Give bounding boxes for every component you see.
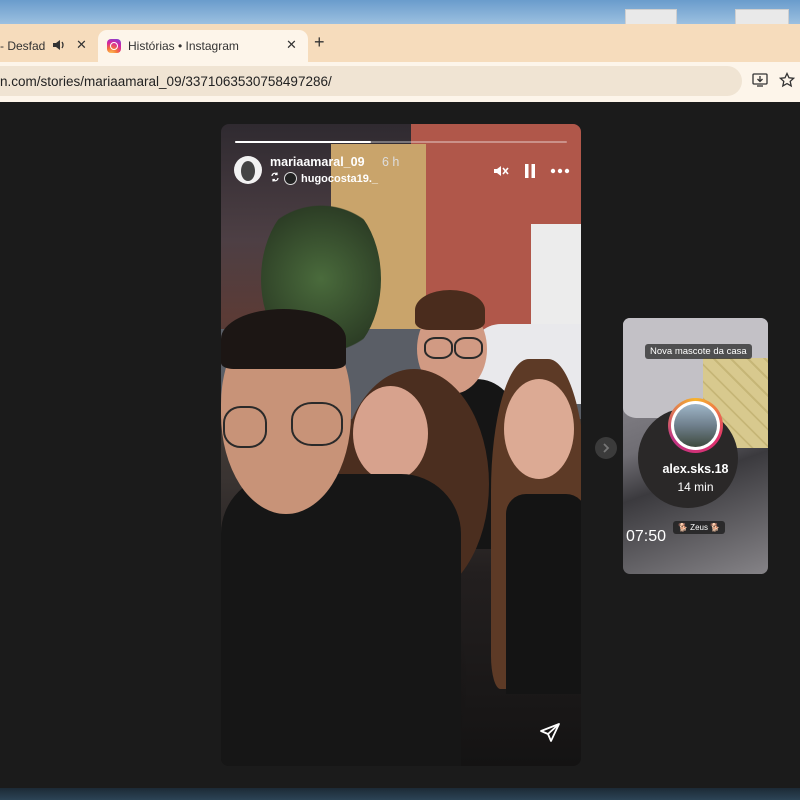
preview-mention-tag: 🐕 Zeus 🐕: [673, 521, 726, 534]
story-photo[interactable]: mariaamaral_09 6 h hugocosta19._: [221, 124, 581, 766]
new-tab-button[interactable]: +: [314, 32, 325, 53]
preview-caption: Nova mascote da casa: [645, 344, 752, 359]
repost-icon: [270, 172, 280, 185]
address-bar: n.com/stories/mariaamaral_09/33710635307…: [0, 62, 800, 102]
avatar: [284, 172, 297, 185]
avatar-border: [671, 401, 720, 450]
close-tab-icon[interactable]: ✕: [286, 37, 297, 53]
instagram-icon: [107, 39, 121, 53]
repost-username: hugocosta19._: [301, 172, 379, 185]
desktop-wallpaper-top: [0, 0, 800, 25]
avatar[interactable]: [234, 156, 262, 184]
person-body: [221, 474, 461, 766]
glasses: [454, 337, 483, 359]
next-story-button[interactable]: [595, 437, 617, 459]
chevron-right-icon: [603, 443, 610, 453]
mute-icon[interactable]: [490, 160, 512, 182]
person-hair: [221, 309, 346, 369]
browser-tab-strip: - Desfad ✕ Histórias • Instagram ✕ +: [0, 24, 800, 62]
glasses: [223, 406, 267, 448]
glasses: [424, 337, 453, 359]
install-app-icon[interactable]: [752, 72, 768, 92]
avatar: [674, 404, 717, 447]
story-header: mariaamaral_09 6 h hugocosta19._: [234, 154, 570, 188]
close-tab-icon[interactable]: ✕: [76, 37, 87, 53]
preview-clock-sticker: 07:50: [626, 528, 667, 545]
background-window: [625, 9, 677, 25]
bookmark-star-icon[interactable]: [778, 71, 796, 92]
story-ring-avatar: [668, 398, 723, 453]
more-options-icon[interactable]: [549, 160, 571, 182]
tab-instagram[interactable]: Histórias • Instagram ✕: [98, 30, 308, 62]
garage-door: [531, 224, 581, 334]
share-send-icon[interactable]: [539, 722, 563, 746]
tab-title: Histórias • Instagram: [128, 39, 239, 53]
story-progress-fill: [235, 141, 372, 143]
url-text: n.com/stories/mariaamaral_09/33710635307…: [0, 73, 332, 89]
speaker-icon[interactable]: [52, 38, 66, 55]
preview-username: alex.sks.18: [662, 462, 729, 476]
person-face: [353, 386, 428, 481]
desktop-wallpaper-bottom: [0, 788, 800, 800]
story-username[interactable]: mariaamaral_09: [270, 155, 365, 169]
preview-time: 14 min: [677, 480, 714, 494]
tab-title: - Desfad: [0, 39, 46, 53]
person-face: [504, 379, 574, 479]
story-time: 6 h: [382, 155, 400, 169]
background-window: [735, 9, 789, 25]
story-progress-bar: [235, 141, 567, 143]
url-field[interactable]: n.com/stories/mariaamaral_09/33710635307…: [0, 66, 742, 96]
tab-desfad[interactable]: - Desfad ✕: [0, 30, 96, 62]
pause-icon[interactable]: [519, 160, 541, 182]
person-hair: [415, 290, 485, 330]
repost-attribution[interactable]: hugocosta19._: [270, 172, 378, 185]
glasses: [291, 402, 343, 446]
next-story-preview[interactable]: Nova mascote da casa alex.sks.18 14 min …: [623, 318, 768, 574]
person-body: [506, 494, 581, 694]
